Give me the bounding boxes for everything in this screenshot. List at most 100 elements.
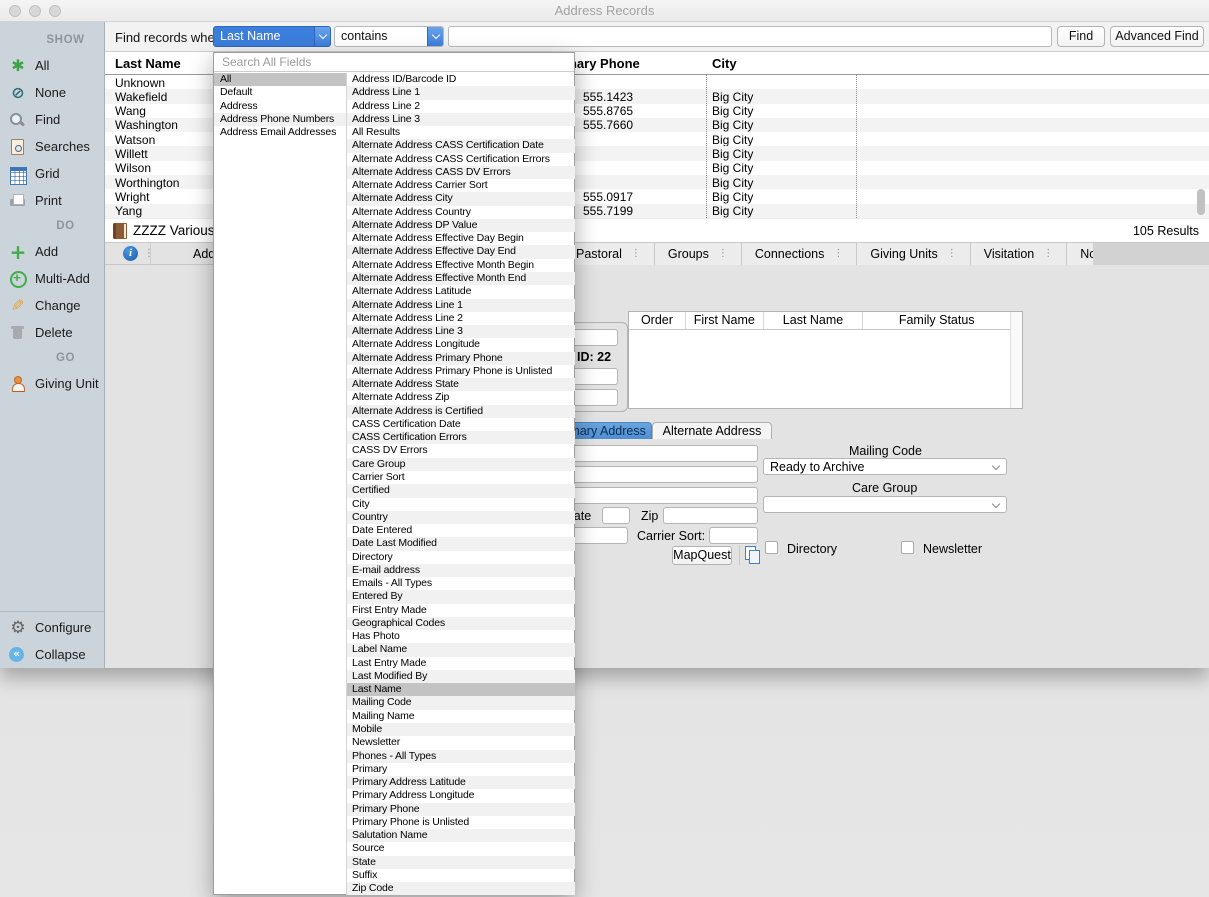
dropdown-field-item[interactable]: Alternate Address Line 3 xyxy=(347,325,575,338)
members-column-first-name[interactable]: First Name xyxy=(686,312,764,329)
dropdown-field-item[interactable]: Newsletter xyxy=(347,736,575,749)
results-scrollbar-thumb[interactable] xyxy=(1197,189,1205,215)
sidebar-item[interactable]: Change xyxy=(0,292,104,319)
dropdown-field-item[interactable]: Alternate Address Effective Day End xyxy=(347,245,575,258)
sidebar-item[interactable]: DO xyxy=(0,214,104,238)
dropdown-field-item[interactable]: City xyxy=(347,498,575,511)
record-tab[interactable]: Visitation ⋮ xyxy=(971,243,1068,265)
field-select-chevron-icon[interactable] xyxy=(314,27,330,46)
dropdown-field-item[interactable]: Label Name xyxy=(347,643,575,656)
dropdown-field-item[interactable]: Alternate Address Country xyxy=(347,206,575,219)
sidebar-item[interactable]: Searches xyxy=(0,133,104,160)
members-column-order[interactable]: Order xyxy=(629,312,686,329)
dropdown-field-item[interactable]: Address Line 3 xyxy=(347,113,575,126)
dropdown-field-item[interactable]: Alternate Address Primary Phone xyxy=(347,352,575,365)
dropdown-field-item[interactable]: Directory xyxy=(347,551,575,564)
dropdown-field-item[interactable]: Carrier Sort xyxy=(347,471,575,484)
sidebar-footer-item[interactable]: Collapse xyxy=(0,641,104,668)
dropdown-field-item[interactable]: Alternate Address State xyxy=(347,378,575,391)
address-line-2-field[interactable] xyxy=(546,466,758,483)
dropdown-field-item[interactable]: Alternate Address Effective Month Begin xyxy=(347,259,575,272)
dropdown-field-item[interactable]: Alternate Address Line 1 xyxy=(347,299,575,312)
dropdown-field-item[interactable]: Last Modified By xyxy=(347,670,575,683)
dropdown-field-item[interactable]: Last Name xyxy=(347,683,575,696)
copy-address-icon[interactable] xyxy=(739,545,759,565)
dropdown-field-item[interactable]: CASS DV Errors xyxy=(347,444,575,457)
sidebar-item[interactable]: Multi-Add xyxy=(0,265,104,292)
dropdown-field-item[interactable]: Alternate Address Effective Day Begin xyxy=(347,232,575,245)
dropdown-field-item[interactable]: CASS Certification Errors xyxy=(347,431,575,444)
zip-field[interactable] xyxy=(663,507,758,524)
field-select[interactable]: Last Name xyxy=(213,26,331,47)
operator-select[interactable]: contains xyxy=(334,26,444,47)
state-field[interactable] xyxy=(602,507,630,524)
mapquest-button[interactable]: MapQuest xyxy=(672,546,732,565)
operator-select-chevron-icon[interactable] xyxy=(427,27,443,46)
members-column-family-status[interactable]: Family Status xyxy=(863,312,1010,329)
dropdown-field-item[interactable]: Emails - All Types xyxy=(347,577,575,590)
dropdown-field-item[interactable]: Alternate Address Longitude xyxy=(347,338,575,351)
column-header-last-name[interactable]: Last Name xyxy=(115,56,181,71)
record-tab[interactable]: Giving Units ⋮ xyxy=(857,243,970,265)
sidebar-item[interactable]: Giving Unit xyxy=(0,370,104,397)
members-scrollbar[interactable] xyxy=(1010,312,1022,408)
dropdown-category-item[interactable]: Address Email Addresses xyxy=(214,126,346,139)
mailing-code-select[interactable]: Ready to Archive xyxy=(763,458,1007,475)
dropdown-field-item[interactable]: Alternate Address CASS Certification Dat… xyxy=(347,139,575,152)
dropdown-field-item[interactable]: Country xyxy=(347,511,575,524)
dropdown-field-item[interactable]: Care Group xyxy=(347,458,575,471)
dropdown-field-item[interactable]: Primary Phone is Unlisted xyxy=(347,816,575,829)
dropdown-search-input[interactable]: Search All Fields xyxy=(214,53,574,72)
dropdown-category-item[interactable]: Address xyxy=(214,100,346,113)
sidebar-item[interactable]: Print xyxy=(0,187,104,214)
dropdown-field-item[interactable]: Has Photo xyxy=(347,630,575,643)
dropdown-field-item[interactable]: Alternate Address Carrier Sort xyxy=(347,179,575,192)
dropdown-field-item[interactable]: Alternate Address Zip xyxy=(347,391,575,404)
dropdown-field-item[interactable]: Salutation Name xyxy=(347,829,575,842)
dropdown-field-item[interactable]: State xyxy=(347,856,575,869)
tab-alternate-address[interactable]: Alternate Address xyxy=(652,422,772,439)
dropdown-field-item[interactable]: Alternate Address CASS Certification Err… xyxy=(347,153,575,166)
sidebar-item[interactable]: Delete xyxy=(0,319,104,346)
dropdown-field-item[interactable]: First Entry Made xyxy=(347,604,575,617)
dropdown-field-item[interactable]: Primary xyxy=(347,763,575,776)
dropdown-field-item[interactable]: Last Entry Made xyxy=(347,657,575,670)
dropdown-field-item[interactable]: E-mail address xyxy=(347,564,575,577)
dropdown-field-item[interactable]: Address Line 1 xyxy=(347,86,575,99)
record-tab[interactable]: Pastoral ⋮ xyxy=(563,243,655,265)
dropdown-category-item[interactable]: All xyxy=(214,73,346,86)
sidebar-item[interactable]: SHOW xyxy=(0,28,104,52)
dropdown-field-item[interactable]: Zip Code xyxy=(347,882,575,895)
sidebar-item[interactable]: GO xyxy=(0,346,104,370)
results-scrollbar[interactable] xyxy=(1196,77,1206,216)
search-value-input[interactable] xyxy=(448,26,1052,47)
sidebar-item[interactable]: Add xyxy=(0,238,104,265)
care-group-select[interactable] xyxy=(763,496,1007,513)
column-header-city[interactable]: City xyxy=(712,56,737,71)
dropdown-field-item[interactable]: Date Last Modified xyxy=(347,537,575,550)
dropdown-field-item[interactable]: Date Entered xyxy=(347,524,575,537)
sidebar-item[interactable]: All xyxy=(0,52,104,79)
dropdown-field-item[interactable]: Certified xyxy=(347,484,575,497)
record-tab[interactable]: Groups ⋮ xyxy=(655,243,742,265)
dropdown-category-item[interactable]: Default xyxy=(214,86,346,99)
dropdown-field-item[interactable]: Address Line 2 xyxy=(347,100,575,113)
find-button[interactable]: Find xyxy=(1057,26,1105,47)
dropdown-field-item[interactable]: Alternate Address Effective Month End xyxy=(347,272,575,285)
dropdown-field-item[interactable]: Address ID/Barcode ID xyxy=(347,73,575,86)
newsletter-checkbox[interactable] xyxy=(901,541,914,554)
dropdown-field-item[interactable]: CASS Certification Date xyxy=(347,418,575,431)
info-icon[interactable]: i xyxy=(123,246,138,261)
dropdown-field-item[interactable]: Entered By xyxy=(347,590,575,603)
dropdown-category-item[interactable]: Address Phone Numbers xyxy=(214,113,346,126)
dropdown-field-item[interactable]: Suffix xyxy=(347,869,575,882)
dropdown-field-item[interactable]: Phones - All Types xyxy=(347,750,575,763)
dropdown-field-item[interactable]: Alternate Address City xyxy=(347,192,575,205)
sidebar-item[interactable]: None xyxy=(0,79,104,106)
address-line-3-field[interactable] xyxy=(546,487,758,504)
dropdown-field-item[interactable]: Alternate Address CASS DV Errors xyxy=(347,166,575,179)
dropdown-field-item[interactable]: Primary Address Latitude xyxy=(347,776,575,789)
dropdown-field-item[interactable]: Source xyxy=(347,842,575,855)
dropdown-field-item[interactable]: Primary Address Longitude xyxy=(347,789,575,802)
sidebar-item[interactable]: Grid xyxy=(0,160,104,187)
